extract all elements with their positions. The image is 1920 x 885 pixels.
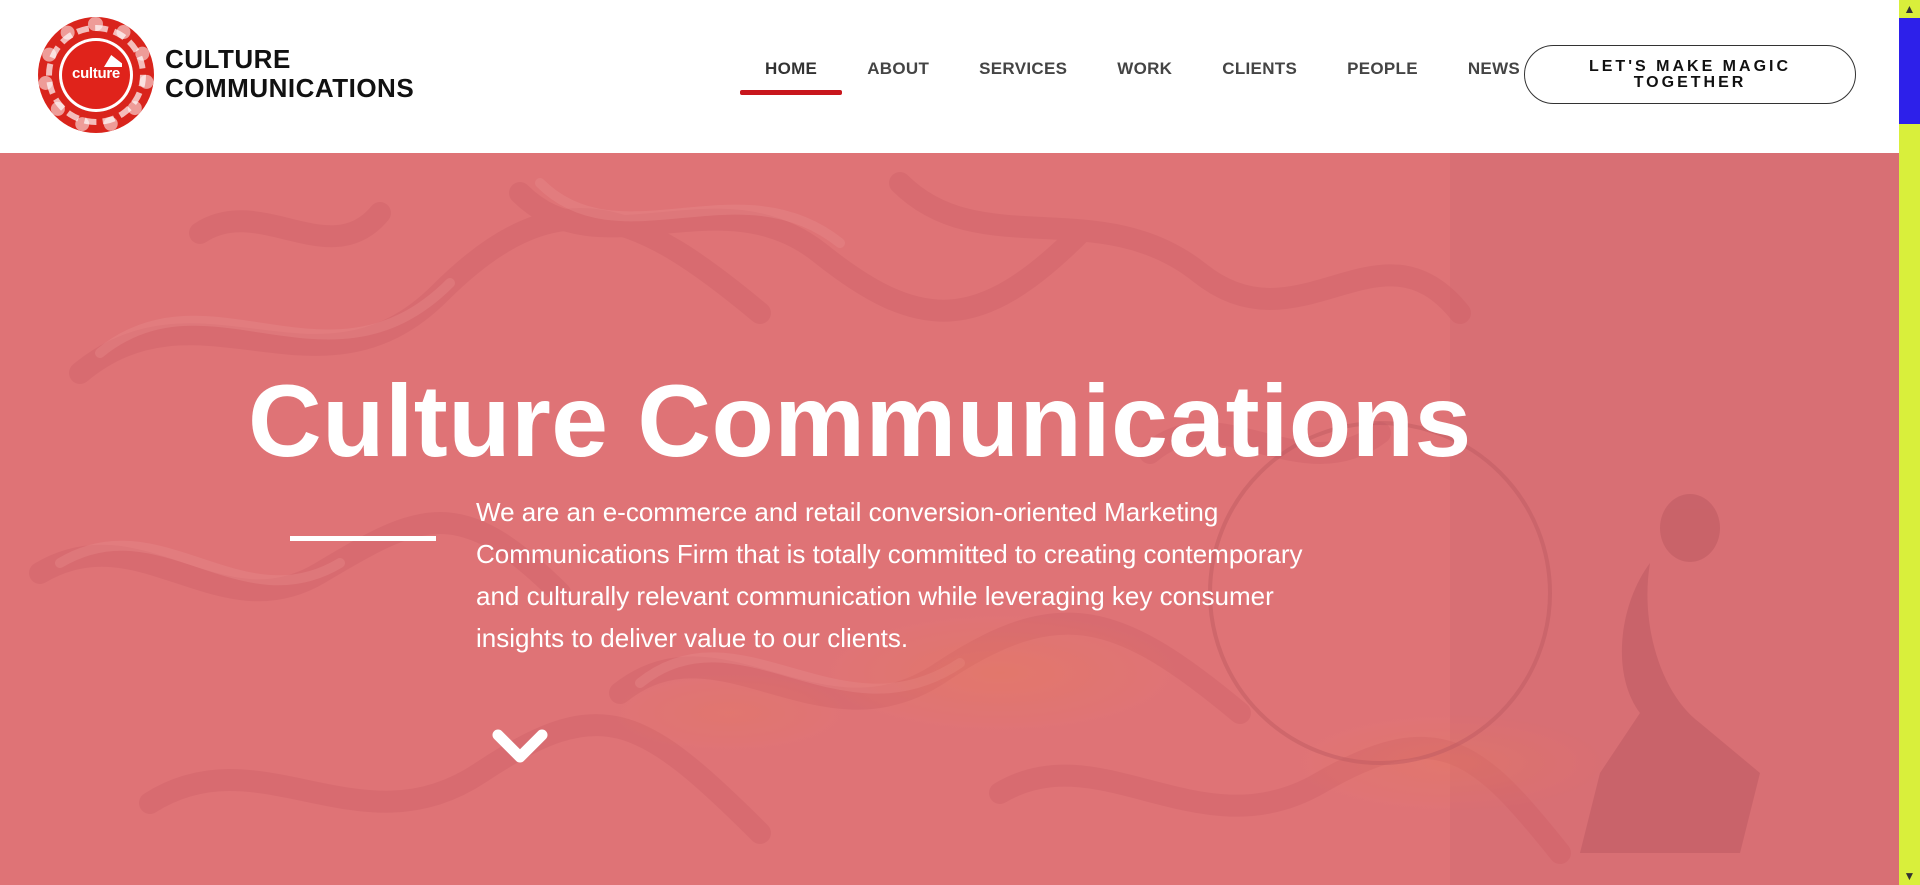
brand-name[interactable]: CULTURE COMMUNICATIONS: [165, 45, 414, 103]
nav-item-about[interactable]: ABOUT: [842, 0, 954, 145]
brand-name-line2: COMMUNICATIONS: [165, 73, 415, 103]
logo-word: culture: [72, 65, 120, 82]
scroll-down-arrow-icon[interactable]: ▼: [1899, 867, 1920, 885]
hero-description: We are an e-commerce and retail conversi…: [476, 497, 1303, 653]
culture-logo[interactable]: culture: [38, 17, 154, 133]
scrollbar-thumb[interactable]: [1899, 18, 1920, 124]
site-header: culture CULTURE COMMUNICATIONS HOME ABOU…: [0, 0, 1899, 153]
scroll-up-arrow-icon[interactable]: ▲: [1899, 0, 1920, 18]
hero-divider-line: [290, 536, 436, 541]
nav-item-people[interactable]: PEOPLE: [1322, 0, 1443, 145]
hero-title: Culture Communications: [248, 364, 1472, 478]
hero-section: Culture Communications We are an e-comme…: [0, 153, 1899, 885]
nav-item-work[interactable]: WORK: [1092, 0, 1197, 145]
brand-name-line1: CULTURE: [165, 44, 291, 74]
nav-item-home[interactable]: HOME: [740, 0, 843, 145]
main-nav: HOME ABOUT SERVICES WORK CLIENTS PEOPLE …: [740, 0, 1545, 153]
chevron-down-icon[interactable]: [490, 723, 550, 773]
lets-make-magic-button[interactable]: LET'S MAKE MAGIC TOGETHER: [1524, 45, 1856, 104]
page-scrollbar[interactable]: ▲ ▼: [1899, 0, 1920, 885]
nav-item-services[interactable]: SERVICES: [954, 0, 1092, 145]
nav-item-clients[interactable]: CLIENTS: [1197, 0, 1322, 145]
